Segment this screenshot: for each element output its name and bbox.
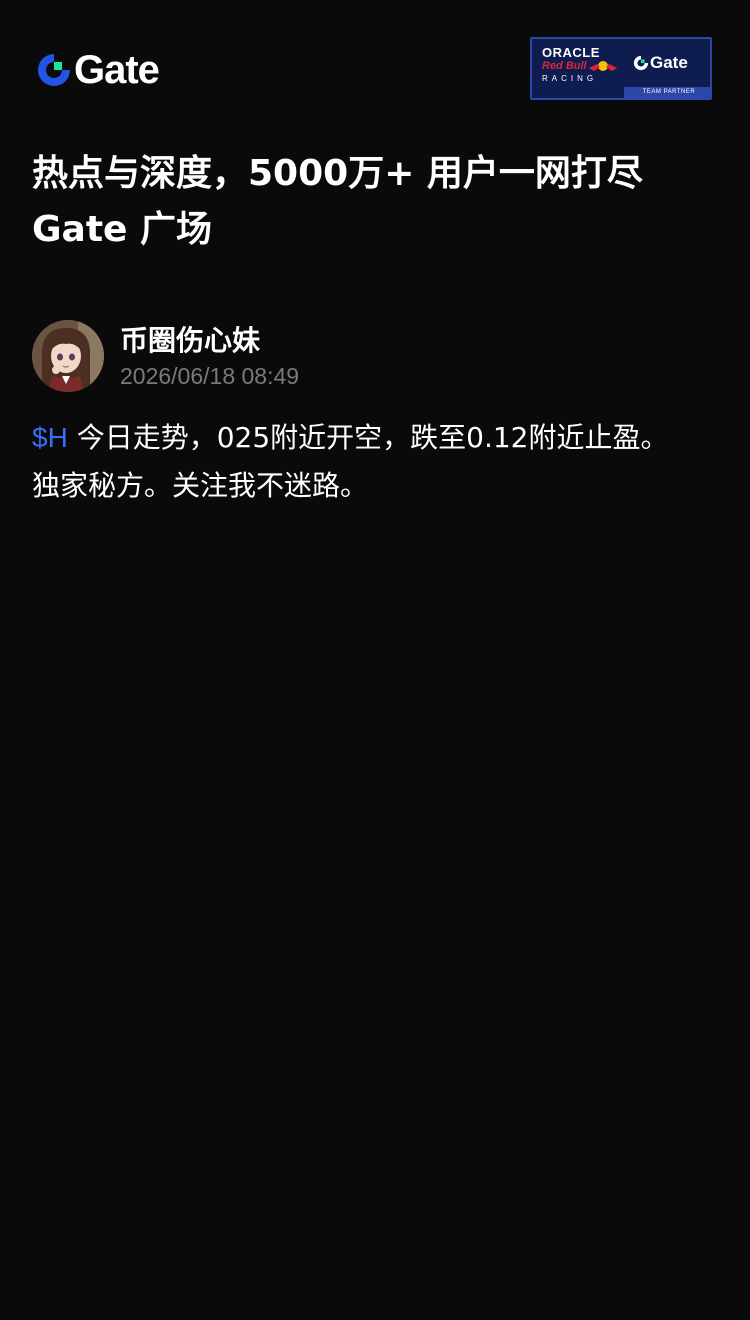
page-title: 热点与深度，5000万+ 用户一网打尽 Gate 广场: [32, 146, 722, 258]
gate-logo-icon: [633, 55, 649, 71]
author-name[interactable]: 币圈伤心妹: [120, 322, 260, 360]
post-text-1: 今日走势，025附近开空，跌至0.12附近止盈。: [67, 421, 669, 454]
avatar[interactable]: [32, 320, 104, 392]
team-partner-badge[interactable]: ORACLE Red Bull RACING Gate TEAM PARTNER: [530, 37, 712, 100]
badge-gate-logo: Gate: [633, 53, 688, 73]
badge-team-partner-strip: TEAM PARTNER: [624, 87, 710, 98]
post-content-line-2: 独家秘方。关注我不迷路。: [32, 469, 369, 502]
app-header: Gate ORACLE Red Bull RACING Gate TEAM PA…: [0, 0, 750, 110]
gate-logo[interactable]: Gate: [36, 48, 160, 92]
red-bull-icon: [589, 61, 617, 71]
post-author-row[interactable]: 币圈伤心妹 2026/06/18 08:49: [32, 320, 722, 392]
gate-logo-icon: [38, 54, 70, 86]
post-content-line-1: $H 今日走势，025附近开空，跌至0.12附近止盈。: [32, 414, 722, 462]
badge-redbull-text: Red Bull: [542, 60, 587, 72]
gate-brand-text: Gate: [74, 48, 160, 92]
page-title-line-2: Gate 广场: [32, 209, 213, 250]
anime-girl-avatar-icon: [32, 320, 104, 392]
post-timestamp: 2026/06/18 08:49: [120, 363, 300, 389]
badge-oracle-text: ORACLE: [542, 45, 600, 60]
post-content: $H 今日走势，025附近开空，跌至0.12附近止盈。 独家秘方。关注我不迷路。: [32, 414, 722, 510]
badge-racing-text: RACING: [542, 74, 598, 83]
page-title-line-1: 热点与深度，5000万+ 用户一网打尽: [32, 153, 643, 194]
badge-gate-text: Gate: [650, 53, 688, 72]
ticker-link[interactable]: $H: [32, 422, 68, 453]
